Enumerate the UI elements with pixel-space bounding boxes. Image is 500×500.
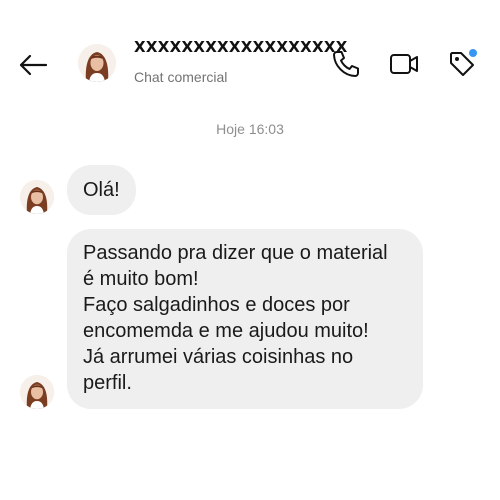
- chat-screen: XXXXXXXXXXXXXXXXXX Chat comercial Hoje 1…: [0, 0, 500, 500]
- contact-subtitle: Chat comercial: [134, 69, 228, 85]
- message-text-line: Passando pra dizer que o material: [83, 242, 388, 264]
- message-text-line: Faço salgadinhos e doces por: [83, 294, 350, 316]
- contact-name[interactable]: XXXXXXXXXXXXXXXXXX: [134, 38, 348, 56]
- message-text-line: Já arrumei várias coisinhas no: [83, 346, 354, 368]
- contact-avatar[interactable]: [78, 44, 116, 82]
- arrow-left-icon[interactable]: [16, 48, 50, 82]
- avatar-image: [20, 375, 54, 409]
- sender-avatar[interactable]: [20, 375, 54, 409]
- sender-avatar[interactable]: [20, 180, 54, 214]
- message-timestamp: Hoje 16:03: [216, 121, 284, 137]
- avatar-image: [20, 180, 54, 214]
- message-bubble[interactable]: Olá!: [67, 165, 136, 215]
- video-icon[interactable]: [388, 48, 420, 80]
- message-bubble[interactable]: Passando pra dizer que o material é muit…: [67, 229, 423, 409]
- tag-icon[interactable]: [446, 48, 478, 80]
- message-text-line: é muito bom!: [83, 268, 199, 290]
- chat-header: XXXXXXXXXXXXXXXXXX Chat comercial: [0, 0, 500, 110]
- phone-icon[interactable]: [330, 48, 362, 80]
- avatar-image: [78, 44, 116, 82]
- notification-dot: [469, 49, 477, 57]
- message-text-line: perfil.: [83, 372, 132, 394]
- message-text: Olá!: [83, 179, 120, 201]
- message-text-line: encomemda e me ajudou muito!: [83, 320, 369, 342]
